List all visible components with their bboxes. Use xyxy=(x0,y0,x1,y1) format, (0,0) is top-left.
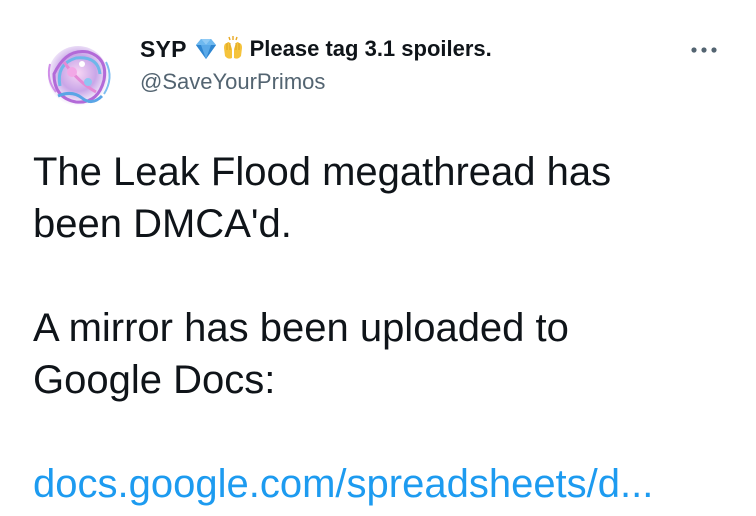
avatar[interactable] xyxy=(36,34,120,118)
more-options-button[interactable] xyxy=(686,40,722,60)
name-row: SYP Please tag 3.1 spoilers. xyxy=(140,33,680,65)
tweet-text-line: The Leak Flood megathread has xyxy=(33,150,612,194)
tweet-text: The Leak Flood megathread has been DMCA'… xyxy=(33,146,733,510)
tweet-link[interactable]: docs.google.com/spreadsheets/d... xyxy=(33,458,733,510)
tweet[interactable]: SYP Please tag 3.1 spoilers. @SaveYourPr… xyxy=(0,0,756,516)
more-options-icon xyxy=(691,47,717,53)
display-name[interactable]: SYP xyxy=(140,36,187,63)
avatar-image-icon xyxy=(36,34,120,118)
gem-emoji-icon xyxy=(193,36,219,62)
tweet-text-line: been DMCA'd. xyxy=(33,202,292,246)
user-handle[interactable]: @SaveYourPrimos xyxy=(140,69,680,95)
tweet-text-line: Google Docs: xyxy=(33,358,276,402)
tweet-text-line: A mirror has been uploaded to xyxy=(33,306,569,350)
display-name-suffix[interactable]: Please tag 3.1 spoilers. xyxy=(250,36,492,62)
raising-hands-emoji-icon xyxy=(220,36,246,62)
tweet-header: SYP Please tag 3.1 spoilers. @SaveYourPr… xyxy=(140,33,680,95)
